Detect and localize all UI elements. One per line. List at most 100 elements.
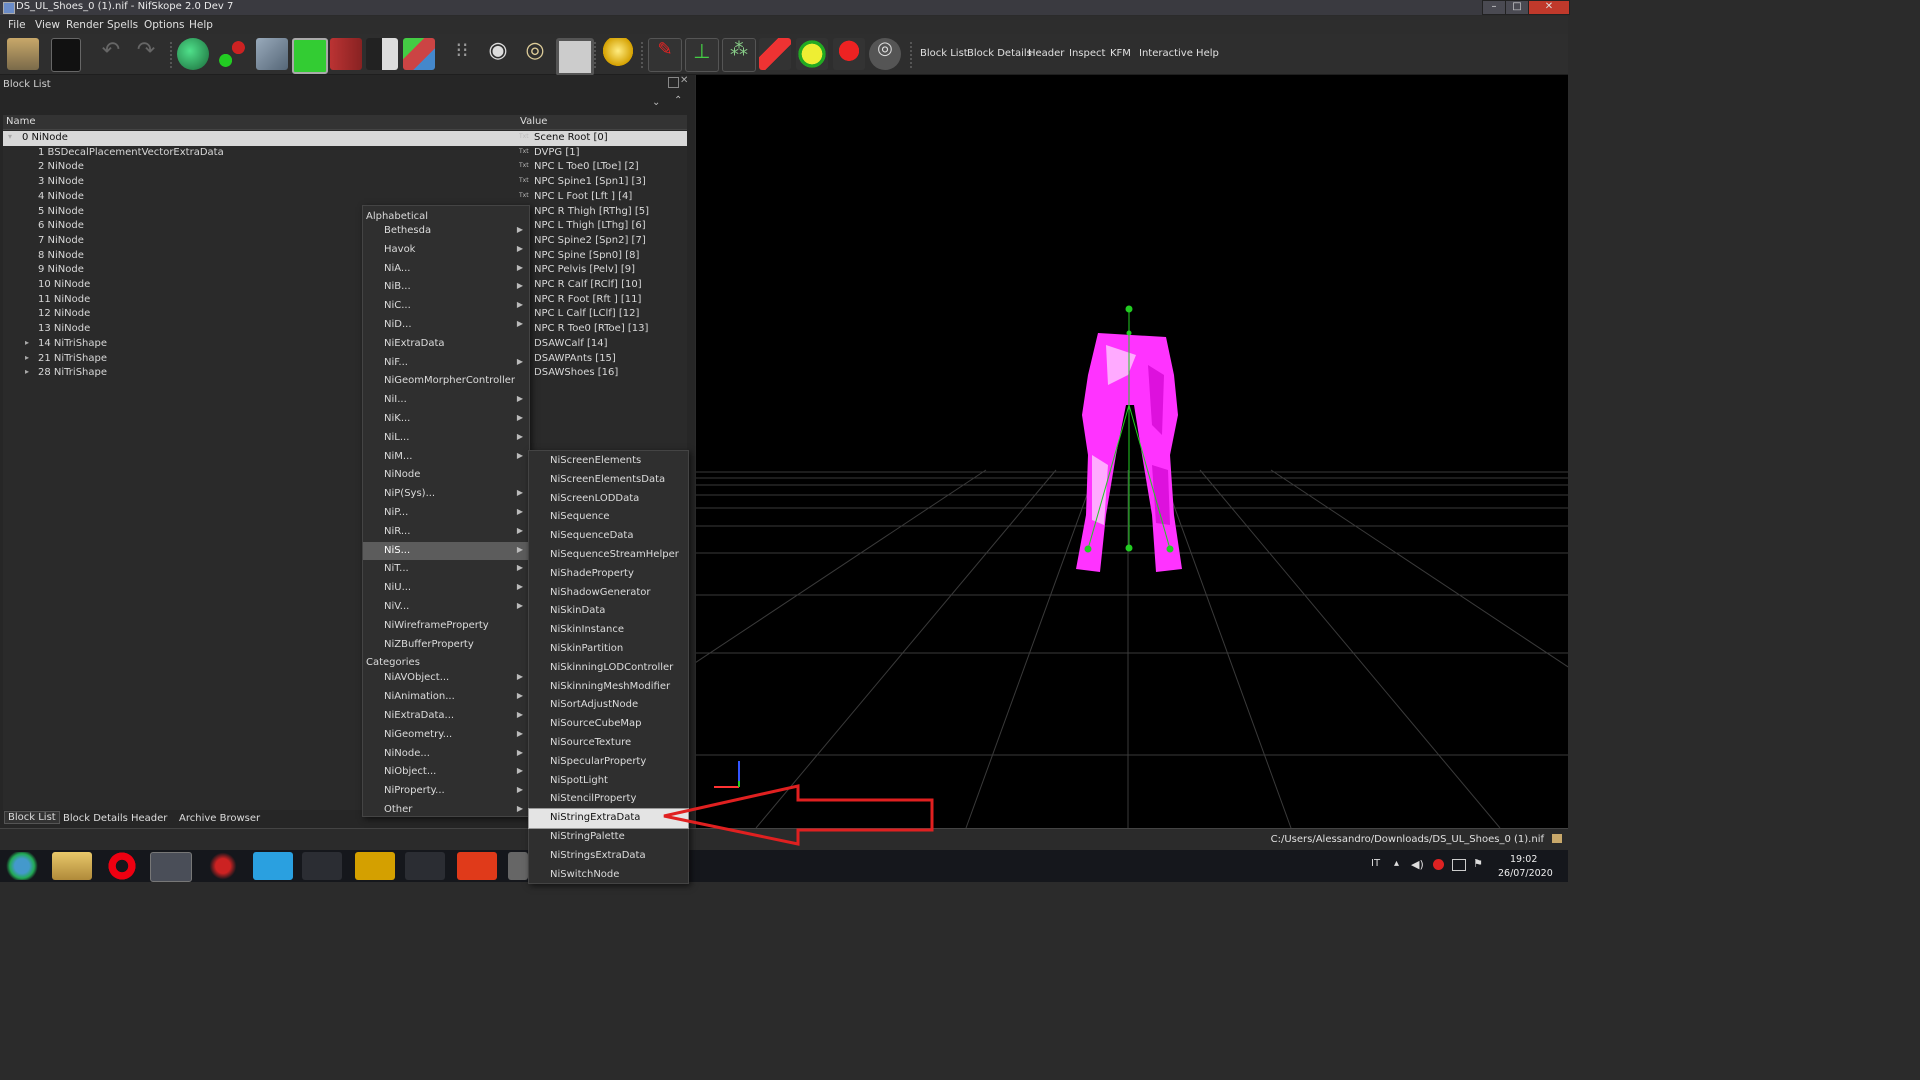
menu-item[interactable]: NiT... ▶ (363, 560, 529, 579)
undo-icon[interactable]: ↶ (95, 38, 127, 70)
tree-row[interactable]: 4 NiNode Txt NPC L Foot [Lft ] [4] (3, 190, 687, 205)
menu-file[interactable]: File (8, 19, 26, 31)
toolbar-header[interactable]: Header (1028, 48, 1064, 59)
maximize-button[interactable]: □ (1505, 0, 1529, 15)
tab-header[interactable]: Header (131, 813, 167, 824)
network-icon[interactable] (1452, 859, 1466, 871)
menu-spells[interactable]: Spells (107, 19, 138, 31)
menu-item[interactable]: NiR... ▶ (363, 523, 529, 542)
submenu-item[interactable]: NiSpecularProperty (529, 753, 688, 772)
tree-row[interactable]: ▸ 14 NiTriShape DSAWCalf [14] (3, 337, 687, 352)
show-markers-icon[interactable] (796, 38, 828, 70)
clock-time[interactable]: 19:02 (1510, 854, 1537, 865)
save-icon[interactable] (51, 38, 81, 72)
menu-item[interactable]: NiS... ▶ (363, 541, 529, 561)
volume-icon[interactable]: ◀) (1411, 858, 1424, 871)
nifskope-icon[interactable] (508, 852, 528, 880)
toolbar-inspect[interactable]: Inspect (1069, 48, 1105, 59)
menu-item[interactable]: NiB... ▶ (363, 278, 529, 297)
tree-row[interactable]: 12 NiNode NPC L Calf [LClf] [12] (3, 307, 687, 322)
tree-row[interactable]: 7 NiNode NPC Spine2 [Spn2] [7] (3, 234, 687, 249)
tree-row[interactable]: 6 NiNode NPC L Thigh [LThg] [6] (3, 219, 687, 234)
menu-item[interactable]: NiExtraData... ▶ (363, 707, 529, 726)
menu-item[interactable]: NiI... ▶ (363, 391, 529, 410)
tree-row[interactable]: ▸ 28 NiTriShape DSAWShoes [16] (3, 366, 687, 381)
submenu-item[interactable]: NiSkinData (529, 602, 688, 621)
menu-item[interactable]: NiL... ▶ (363, 429, 529, 448)
start-orb-icon[interactable] (2, 852, 42, 880)
show-stencil-icon[interactable]: ◎ (869, 38, 901, 70)
menu-item[interactable]: NiV... ▶ (363, 598, 529, 617)
toolbar-block-details[interactable]: Block Details (967, 48, 1032, 59)
menu-item[interactable]: NiNode (363, 466, 529, 485)
flip-view-icon[interactable] (366, 38, 398, 70)
load-icon[interactable] (7, 38, 39, 70)
tree-row[interactable]: 2 NiNode Txt NPC L Toe0 [LToe] [2] (3, 160, 687, 175)
tab-block-list[interactable]: Block List (4, 811, 60, 824)
pointer-app-icon[interactable] (405, 852, 445, 880)
collapse-up-icon[interactable]: ⌃ (674, 95, 682, 106)
submenu-item[interactable]: NiShadowGenerator (529, 584, 688, 603)
tree-row[interactable]: 3 NiNode Txt NPC Spine1 [Spn1] [3] (3, 175, 687, 190)
view-top-icon[interactable] (256, 38, 288, 70)
collapse-icon[interactable]: ▾ (8, 132, 12, 141)
submenu-item[interactable]: NiSkinInstance (529, 621, 688, 640)
menu-item[interactable]: NiGeometry... ▶ (363, 726, 529, 745)
submenu-item[interactable]: NiSkinningLODController (529, 659, 688, 678)
expand-icon[interactable]: ▸ (25, 353, 29, 362)
file-explorer-icon[interactable] (52, 852, 92, 880)
flag-icon[interactable]: ⚑ (1473, 857, 1483, 870)
submenu-item[interactable]: NiScreenElements (529, 452, 688, 471)
tree-row[interactable]: 1 BSDecalPlacementVectorExtraData Txt DVPG… (3, 146, 687, 161)
submenu-item[interactable]: NiSequenceData (529, 527, 688, 546)
submenu-item[interactable]: NiSourceCubeMap (529, 715, 688, 734)
menu-item[interactable]: NiAnimation... ▶ (363, 688, 529, 707)
tree-row[interactable]: 5 NiNode NPC R Thigh [RThg] [5] (3, 205, 687, 220)
submenu-item[interactable]: NiSkinningMeshModifier (529, 678, 688, 697)
view-side-icon[interactable] (330, 38, 362, 70)
tray-arrow-icon[interactable]: ▴ (1394, 858, 1399, 869)
submenu-item[interactable]: NiScreenLODData (529, 490, 688, 509)
toolbar-kfm[interactable]: KFM (1110, 48, 1131, 59)
submenu-item[interactable]: NiShadeProperty (529, 565, 688, 584)
submenu-item[interactable]: NiStringsExtraData (529, 847, 688, 866)
spider-app-icon[interactable] (203, 852, 243, 880)
tree-row[interactable]: ▾ 0 NiNode Txt Scene Root [0] (3, 131, 687, 146)
show-nodes-icon[interactable]: ⊥ (685, 38, 719, 72)
folder-app-icon[interactable] (355, 852, 395, 880)
language-indicator[interactable]: IT (1371, 858, 1380, 869)
clock-date[interactable]: 26/07/2020 (1498, 868, 1553, 879)
light-bulb-icon[interactable] (602, 38, 634, 70)
show-havok-icon[interactable]: ⁂ (722, 38, 756, 72)
collapse-down-icon[interactable]: ⌄ (652, 97, 660, 108)
menu-options[interactable]: Options (144, 19, 185, 31)
submenu-item[interactable]: NiScreenElementsData (529, 471, 688, 490)
column-name[interactable]: Name (6, 116, 36, 127)
column-value[interactable]: Value (520, 116, 547, 127)
submenu-item[interactable]: NiSequenceStreamHelper (529, 546, 688, 565)
submenu-item[interactable]: NiSequence (529, 508, 688, 527)
toolbar-interactive-help[interactable]: Interactive Help (1139, 48, 1219, 59)
select-vertex-icon[interactable] (216, 38, 248, 70)
menu-item[interactable]: NiP... ▶ (363, 504, 529, 523)
hidden-eye-icon[interactable]: ◎ (519, 38, 551, 70)
music-app-icon[interactable] (253, 852, 293, 880)
menu-item[interactable]: NiM... ▶ (363, 448, 529, 467)
show-constraints-icon[interactable] (759, 38, 791, 70)
submenu-item[interactable]: NiSourceTexture (529, 734, 688, 753)
redo-icon[interactable]: ↷ (130, 38, 162, 70)
submenu-item[interactable]: NiSwitchNode (529, 866, 688, 885)
expand-icon[interactable]: ▸ (25, 338, 29, 347)
view-front-icon[interactable] (292, 38, 328, 74)
show-hidden-icon[interactable] (833, 38, 865, 70)
tree-row[interactable]: 11 NiNode NPC R Foot [Rft ] [11] (3, 293, 687, 308)
menu-help[interactable]: Help (189, 19, 213, 31)
select-mesh-icon[interactable] (177, 38, 209, 70)
tab-archive-browser[interactable]: Archive Browser (179, 813, 260, 824)
menu-item[interactable]: Other ▶ (363, 801, 529, 820)
show-axes-icon[interactable]: ✎ (648, 38, 682, 72)
menu-item[interactable]: NiObject... ▶ (363, 763, 529, 782)
perspective-cube-icon[interactable] (403, 38, 435, 70)
menu-item[interactable]: NiD... ▶ (363, 316, 529, 335)
menu-item[interactable]: NiAVObject... ▶ (363, 669, 529, 688)
